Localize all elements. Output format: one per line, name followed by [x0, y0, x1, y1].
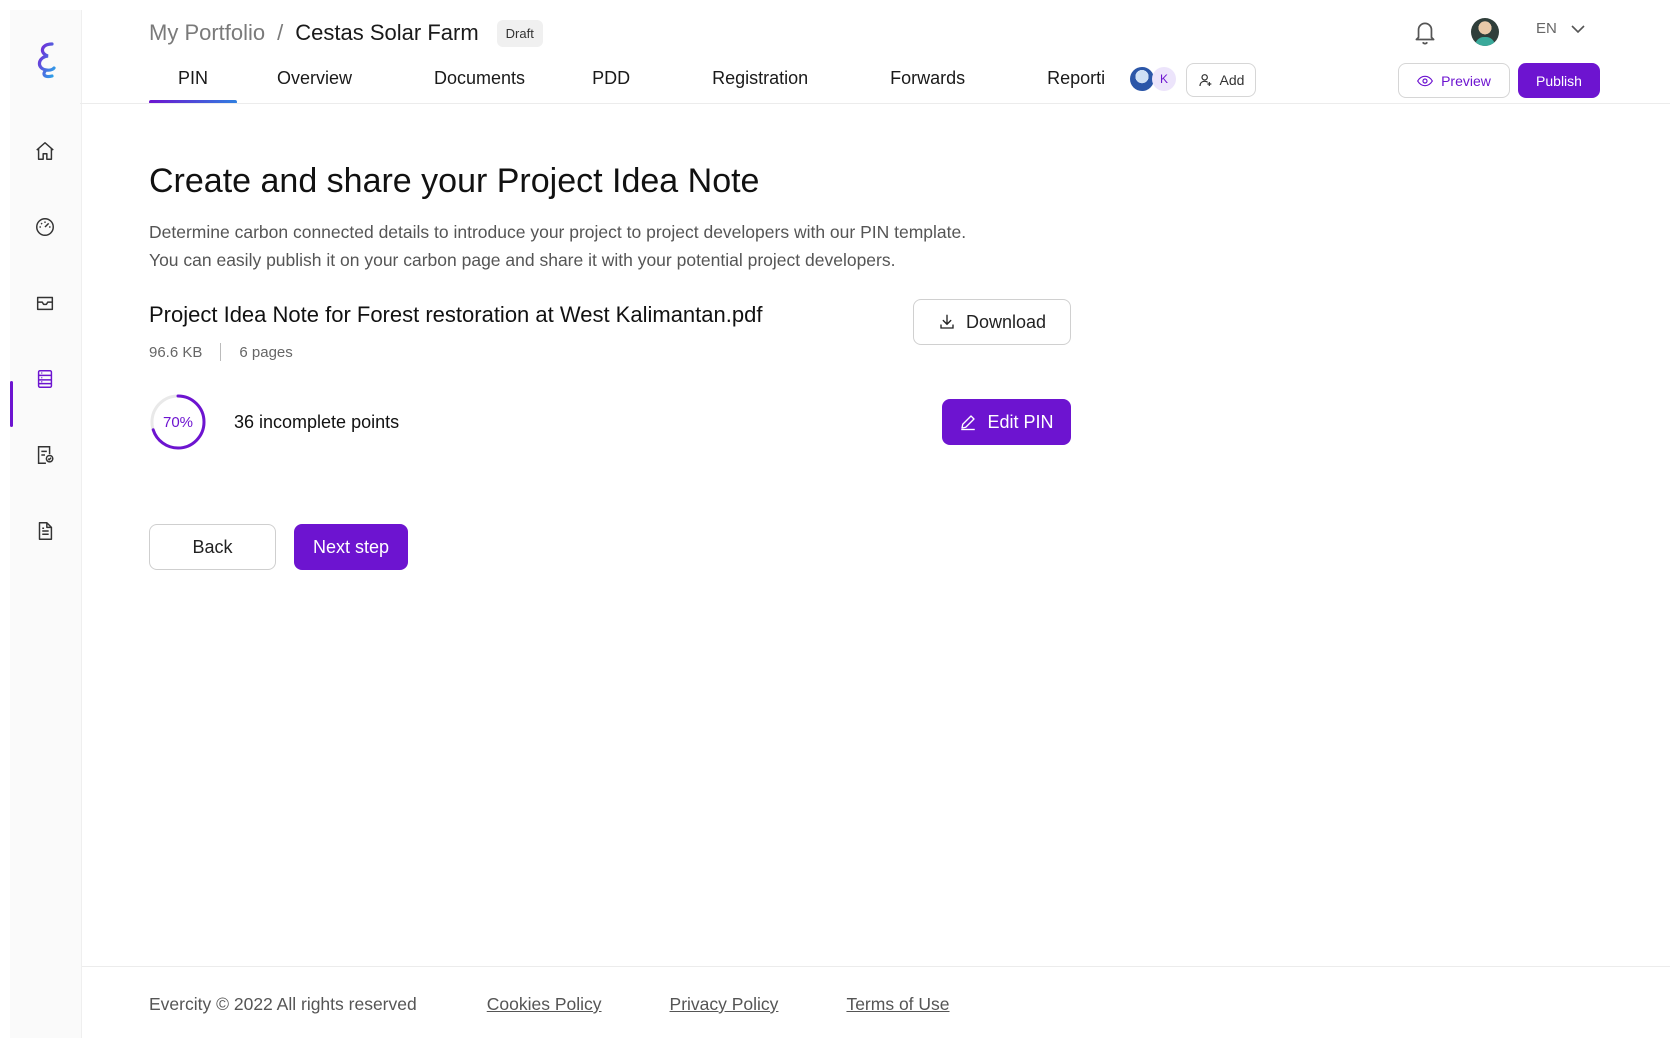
add-collaborator-label: Add	[1219, 72, 1245, 88]
tab-divider	[80, 103, 1670, 104]
download-icon	[940, 314, 954, 329]
tab-registration[interactable]: Registration	[712, 60, 808, 104]
sidebar-dashboard[interactable]	[30, 212, 60, 242]
status-badge: Draft	[496, 19, 543, 47]
preview-label: Preview	[1441, 72, 1491, 89]
tab-pin[interactable]: PIN	[149, 60, 237, 104]
page-title: Create and share your Project Idea Note	[149, 162, 760, 200]
breadcrumb-root[interactable]: My Portfolio	[149, 20, 265, 46]
footer-divider	[82, 966, 1670, 967]
evercity-logo-icon[interactable]	[32, 40, 60, 80]
sidebar-certificates[interactable]	[30, 440, 60, 470]
download-button[interactable]: Download	[913, 299, 1071, 345]
home-icon	[36, 142, 54, 160]
back-button[interactable]: Back	[149, 524, 276, 570]
description-line-1: Determine carbon connected details to in…	[149, 222, 967, 242]
tab-bar: PIN Overview Documents PDD Registration …	[149, 60, 1105, 104]
list-document-icon	[37, 370, 53, 388]
file-text-icon	[38, 522, 53, 540]
footer-link-privacy[interactable]: Privacy Policy	[670, 994, 779, 1015]
edit-pin-label: Edit PIN	[987, 411, 1054, 432]
edit-pin-button[interactable]: Edit PIN	[942, 399, 1071, 445]
collaborator-avatar	[1130, 67, 1154, 91]
breadcrumb-current: Cestas Solar Farm	[295, 20, 479, 45]
breadcrumb: My Portfolio / Cestas Solar Farm Draft	[149, 18, 543, 48]
footer-copyright: Evercity © 2022 All rights reserved	[149, 994, 417, 1014]
dashboard-gauge-icon	[36, 218, 54, 236]
language-selector[interactable]: EN	[1536, 20, 1585, 37]
collaborators[interactable]: K	[1130, 67, 1176, 91]
inbox-icon	[36, 296, 54, 311]
app-page: My Portfolio / Cestas Solar Farm Draft E…	[0, 0, 1680, 1048]
sidebar-inbox[interactable]	[30, 288, 60, 318]
file-meta: 96.6 KB 6 pages	[149, 343, 293, 361]
file-size: 96.6 KB	[149, 343, 203, 361]
page-description: Determine carbon connected details to in…	[149, 218, 966, 274]
download-label: Download	[965, 311, 1047, 332]
footer-link-terms[interactable]: Terms of Use	[846, 994, 949, 1015]
sidebar-home[interactable]	[30, 136, 60, 166]
tab-documents[interactable]: Documents	[434, 60, 525, 104]
certificate-icon	[37, 446, 54, 464]
next-step-button[interactable]: Next step	[294, 524, 408, 570]
description-line-2: You can easily publish it on your carbon…	[149, 250, 896, 270]
notification-bell-icon[interactable]	[1412, 18, 1438, 46]
chevron-down-icon	[1571, 24, 1585, 33]
file-name: Project Idea Note for Forest restoration…	[149, 302, 763, 327]
incomplete-points: 36 incomplete points	[234, 412, 400, 432]
sidebar-documents[interactable]	[30, 516, 60, 546]
tab-pdd[interactable]: PDD	[592, 60, 630, 104]
breadcrumb-separator: /	[277, 20, 284, 45]
publish-button[interactable]: Publish	[1518, 63, 1600, 98]
tab-reporting[interactable]: Reporti	[1047, 60, 1105, 104]
sidebar	[10, 10, 82, 1038]
add-user-icon	[1198, 74, 1211, 87]
tab-forwards[interactable]: Forwards	[890, 60, 965, 104]
tab-overview[interactable]: Overview	[277, 60, 352, 104]
collaborator-initial: K	[1152, 67, 1176, 91]
sidebar-active-indicator	[10, 381, 13, 427]
footer: Evercity © 2022 All rights reserved Cook…	[149, 994, 1018, 1015]
meta-divider	[220, 343, 222, 361]
eye-icon	[1417, 75, 1434, 86]
add-collaborator-button[interactable]: Add	[1186, 63, 1256, 97]
pencil-icon	[961, 415, 976, 431]
file-pages: 6 pages	[239, 343, 293, 361]
footer-link-cookies[interactable]: Cookies Policy	[487, 994, 602, 1015]
sidebar-projects[interactable]	[30, 364, 60, 394]
user-avatar[interactable]	[1471, 18, 1499, 46]
preview-button[interactable]: Preview	[1398, 63, 1510, 98]
language-label: EN	[1536, 20, 1557, 37]
progress-percent: 70%	[162, 413, 194, 431]
